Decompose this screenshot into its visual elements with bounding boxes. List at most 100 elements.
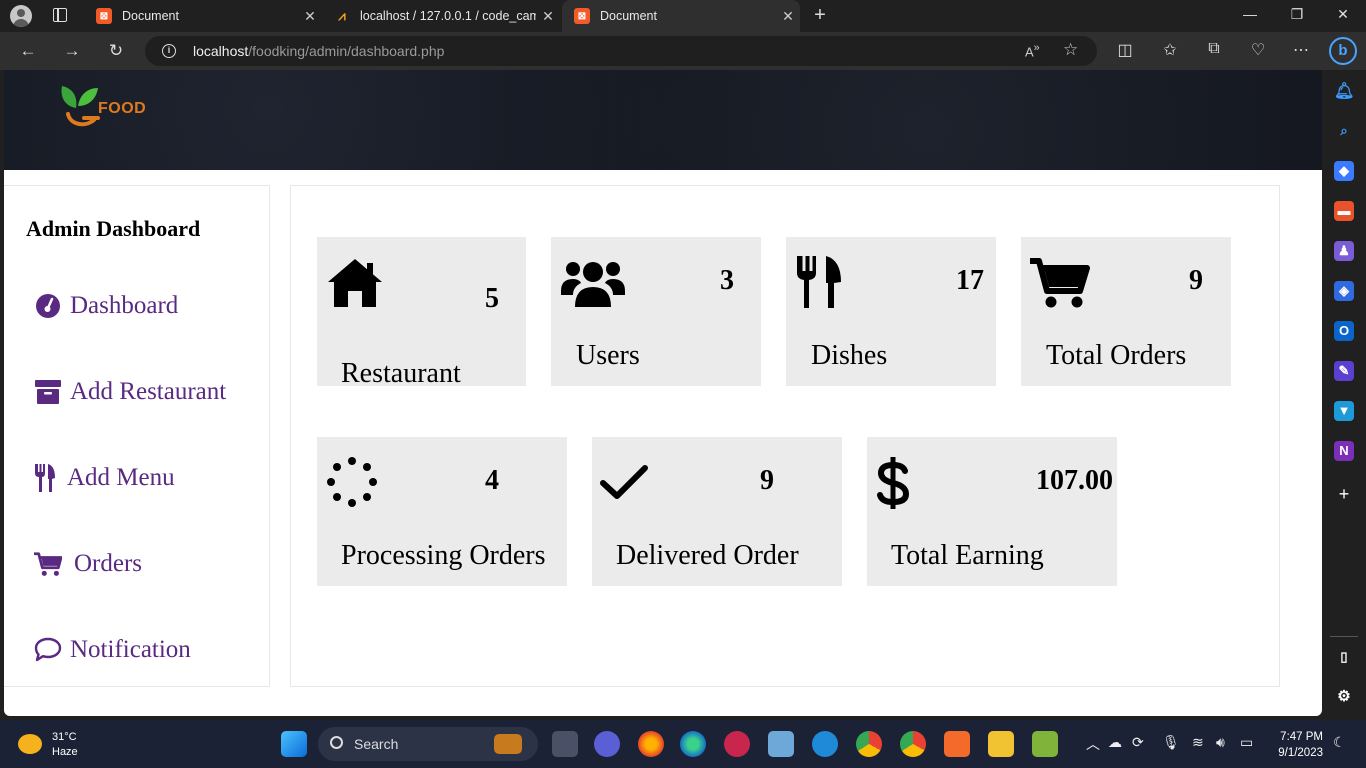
xampp-icon: ⊠ [574, 8, 590, 24]
browser-tab-strip: ⊠ Document ✕ ⩘ localhost / 127.0.0.1 / c… [0, 0, 1366, 32]
address-bar[interactable]: i localhost/foodking/admin/dashboard.php… [145, 36, 1097, 66]
browser-essentials-icon[interactable]: ♡ [1247, 40, 1269, 60]
browser-tab-1[interactable]: ⊠ Document ✕ [84, 0, 322, 32]
browser-tab-2[interactable]: ⩘ localhost / 127.0.0.1 / code_camp ✕ [322, 0, 560, 32]
wifi-icon[interactable]: ≋ [1192, 734, 1204, 751]
back-icon[interactable]: ← [17, 41, 39, 61]
temperature: 31°C [52, 731, 77, 743]
url-path: /foodking/admin/dashboard.php [248, 43, 445, 59]
file-explorer-icon[interactable] [988, 731, 1014, 757]
sidebar-item-add-menu[interactable]: Add Menu [34, 464, 175, 492]
stat-card-dishes[interactable]: 17 Dishes [786, 237, 996, 386]
more-menu-icon[interactable]: ⋯ [1290, 40, 1312, 60]
chat-icon [34, 636, 62, 664]
firefox-icon[interactable] [638, 731, 664, 757]
cart-icon [1030, 257, 1090, 314]
profile-avatar[interactable] [10, 5, 32, 27]
close-tab-icon[interactable]: ✕ [536, 8, 560, 25]
restore-icon[interactable]: ❐ [1287, 6, 1307, 23]
briefcase-icon[interactable] [494, 734, 522, 754]
reload-icon[interactable]: ↻ [105, 41, 127, 61]
stat-label: Restaurant [341, 358, 461, 386]
spinner-icon [326, 456, 378, 513]
start-button-icon[interactable] [281, 731, 307, 757]
utensils-icon [34, 464, 56, 492]
read-aloud-icon[interactable]: A» [1025, 42, 1040, 59]
cart-icon [34, 550, 62, 578]
sync-icon[interactable]: ⟳ [1132, 734, 1144, 751]
volume-icon[interactable]: 🔊︎ [1216, 734, 1225, 751]
archive-icon [34, 378, 62, 406]
notepad-plus-icon[interactable] [1032, 731, 1058, 757]
onedrive-icon[interactable]: ☁ [1108, 734, 1122, 751]
favorites-icon[interactable]: ✩ [1159, 40, 1181, 60]
help-icon[interactable] [812, 731, 838, 757]
task-view-icon[interactable] [552, 731, 578, 757]
stat-label: Dishes [811, 340, 888, 371]
microsoft365-icon[interactable]: ◈ [1334, 281, 1354, 301]
notification-bell-icon[interactable]: 🔔︎ [1334, 82, 1354, 102]
edge-icon[interactable] [680, 731, 706, 757]
stat-value: 4 [485, 465, 499, 496]
games-icon[interactable]: ♟ [1334, 241, 1354, 261]
stat-value: 107.00 [1036, 465, 1113, 496]
teams-chat-icon[interactable] [594, 731, 620, 757]
battery-icon[interactable]: ▭ [1240, 734, 1253, 751]
stat-card-restaurant[interactable]: 5 Restaurant [317, 237, 526, 386]
split-screen-icon[interactable]: ◫ [1114, 40, 1136, 60]
minimize-icon[interactable]: — [1240, 6, 1260, 22]
xampp-icon[interactable] [944, 731, 970, 757]
gauge-icon [34, 292, 62, 320]
collections-icon[interactable]: ⧉ [1203, 40, 1225, 58]
chrome-profile-icon[interactable] [900, 731, 926, 757]
search-label: Search [354, 736, 399, 752]
sidebar-settings-icon[interactable]: ⚙ [1334, 687, 1354, 707]
shopping-tag-icon[interactable]: ◆ [1334, 161, 1354, 181]
site-info-icon[interactable]: i [162, 44, 176, 58]
microphone-icon[interactable]: 🎙︎ [1162, 734, 1180, 751]
window-close-icon[interactable]: ✕ [1333, 6, 1353, 23]
users-icon [561, 257, 625, 314]
stat-card-users[interactable]: 3 Users [551, 237, 761, 386]
stat-card-total-earning[interactable]: 107.00 Total Earning [867, 437, 1117, 586]
search-icon[interactable]: ⌕ [1334, 121, 1354, 141]
wps-icon[interactable] [724, 731, 750, 757]
url-host: localhost [193, 43, 249, 59]
site-logo[interactable]: FOOD [54, 78, 164, 132]
sidebar-item-dashboard[interactable]: Dashboard [34, 292, 178, 320]
show-hidden-icons-icon[interactable]: ︿ [1086, 734, 1100, 754]
tab-title: Document [600, 9, 657, 23]
add-sidebar-app-icon[interactable]: + [1334, 484, 1354, 504]
edge-sidebar: 🔔︎ ⌕ ◆ ▬ ♟ ◈ O ✎ ▼ N + ▯ ⚙ [1322, 70, 1366, 720]
sidebar-item-label: Orders [74, 550, 143, 577]
phpmyadmin-icon: ⩘ [338, 8, 346, 23]
favorite-star-icon[interactable]: ☆ [1063, 40, 1078, 60]
designer-icon[interactable]: ✎ [1334, 361, 1354, 381]
photos-icon[interactable] [768, 731, 794, 757]
sidebar-item-add-restaurant[interactable]: Add Restaurant [34, 378, 226, 406]
new-tab-icon[interactable]: + [810, 4, 830, 27]
xampp-icon: ⊠ [96, 8, 112, 24]
bing-copilot-icon[interactable]: b [1329, 37, 1357, 65]
stat-label: Delivered Order [616, 540, 799, 571]
drop-icon[interactable]: ▼ [1334, 401, 1354, 421]
close-tab-icon[interactable]: ✕ [776, 8, 800, 25]
close-tab-icon[interactable]: ✕ [298, 8, 322, 25]
chrome-icon[interactable] [856, 731, 882, 757]
outlook-icon[interactable]: O [1334, 321, 1354, 341]
stat-card-processing-orders[interactable]: 4 Processing Orders [317, 437, 567, 586]
url-text[interactable]: localhost/foodking/admin/dashboard.php [193, 43, 444, 59]
forward-icon[interactable]: → [61, 41, 83, 61]
sidebar-item-notification[interactable]: Notification [34, 636, 191, 664]
taskbar-clock[interactable]: 7:47 PM 9/1/2023 [1268, 729, 1323, 761]
focus-moon-icon[interactable]: ☾ [1333, 734, 1346, 751]
tools-icon[interactable]: ▬ [1334, 201, 1354, 221]
tab-actions-icon[interactable] [53, 8, 67, 22]
sidebar-layout-icon[interactable]: ▯ [1334, 647, 1354, 667]
sidebar-item-orders[interactable]: Orders [34, 550, 142, 578]
stat-card-delivered-order[interactable]: 9 Delivered Order [592, 437, 842, 586]
onenote-icon[interactable]: N [1334, 441, 1354, 461]
stat-card-total-orders[interactable]: 9 Total Orders [1021, 237, 1231, 386]
browser-tab-3-active[interactable]: ⊠ Document ✕ [562, 0, 800, 32]
admin-sidebar: Admin Dashboard Dashboard Add Restaurant… [4, 185, 270, 687]
